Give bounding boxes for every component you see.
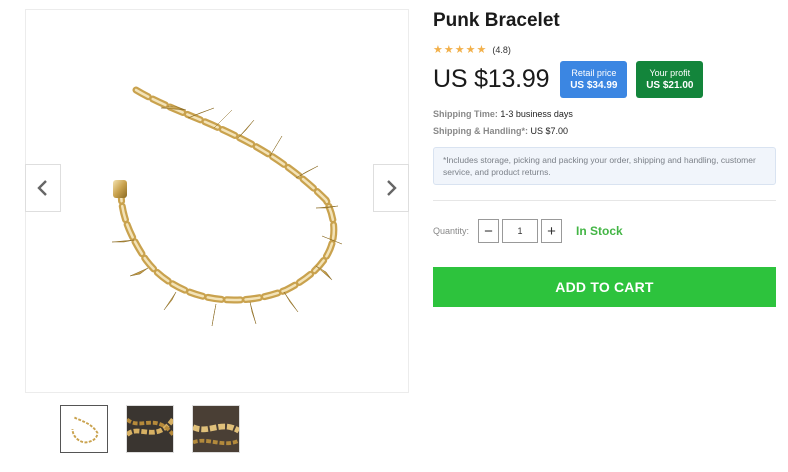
stock-status: In Stock: [576, 224, 623, 238]
quantity-label: Quantity:: [433, 226, 470, 236]
star-icon: ★: [433, 43, 443, 56]
shipping-time: Shipping Time: 1-3 business days: [433, 108, 777, 120]
thumbnail-3[interactable]: [192, 405, 240, 453]
shipping-note: *Includes storage, picking and packing y…: [433, 147, 776, 185]
thumbnail-image: [61, 406, 107, 452]
quantity-increase-button[interactable]: +: [541, 219, 562, 243]
product-price: US $13.99: [433, 64, 550, 93]
product-gallery: [25, 9, 409, 393]
thumbnail-1[interactable]: [60, 405, 108, 453]
retail-price-label: Retail price: [571, 67, 617, 78]
retail-price-badge: Retail price US $34.99: [560, 60, 628, 98]
thumbnail-2[interactable]: [126, 405, 174, 453]
divider: [433, 200, 776, 201]
quantity-decrease-button[interactable]: −: [478, 219, 499, 243]
product-title: Punk Bracelet: [433, 10, 560, 31]
shipping-handling: Shipping & Handling*: US $7.00: [433, 125, 777, 137]
shipping-handling-label: Shipping & Handling*:: [433, 126, 528, 136]
product-info: Punk Bracelet ★ ★ ★ ★ ★ (4.8) US $13.99 …: [433, 10, 777, 307]
profit-value: US $21.00: [646, 79, 694, 91]
shipping-time-label: Shipping Time:: [433, 109, 498, 119]
next-image-button[interactable]: [373, 164, 409, 212]
star-icon: ★: [465, 43, 476, 56]
thumbnail-strip: [60, 405, 240, 453]
quantity-row: Quantity: − + In Stock: [433, 219, 777, 243]
shipping-handling-value: US $7.00: [530, 126, 569, 136]
profit-label: Your profit: [649, 67, 691, 78]
prev-image-button[interactable]: [25, 164, 61, 212]
shipping-time-value: 1-3 business days: [500, 109, 573, 119]
star-icon: ★: [454, 43, 465, 56]
star-icon: ★: [476, 43, 487, 56]
star-icon: ★: [443, 43, 454, 56]
thumbnail-image: [127, 406, 173, 452]
chevron-right-icon: [387, 180, 397, 196]
main-product-image: [111, 86, 343, 327]
retail-price-value: US $34.99: [570, 79, 618, 91]
price-row: US $13.99 Retail price US $34.99 Your pr…: [433, 60, 777, 98]
add-to-cart-button[interactable]: ADD TO CART: [433, 267, 776, 307]
quantity-input[interactable]: [502, 219, 538, 243]
star-rating: ★ ★ ★ ★ ★: [433, 43, 487, 56]
chevron-left-icon: [37, 180, 47, 196]
profit-badge: Your profit US $21.00: [636, 60, 704, 98]
thumbnail-image: [193, 406, 239, 452]
rating: ★ ★ ★ ★ ★ (4.8): [433, 44, 777, 56]
rating-value: (4.8): [492, 45, 511, 55]
